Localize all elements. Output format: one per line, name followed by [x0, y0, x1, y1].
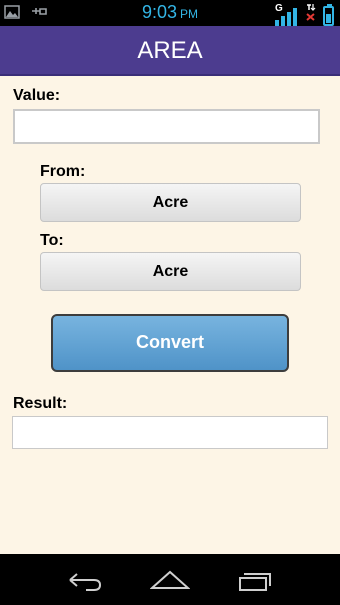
- to-unit-selected: Acre: [152, 263, 189, 280]
- system-icons: G: [275, 3, 334, 26]
- home-icon: [149, 570, 191, 598]
- from-unit-dropdown[interactable]: Acre: [40, 183, 301, 222]
- battery-icon: [323, 4, 334, 26]
- home-button[interactable]: [149, 566, 191, 594]
- from-label: From:: [40, 163, 86, 180]
- navigation-bar: [0, 554, 340, 605]
- status-bar: 9:03 PM G: [0, 0, 340, 26]
- to-label: To:: [40, 232, 64, 249]
- to-unit-dropdown[interactable]: Acre: [40, 252, 301, 291]
- no-data-icon: [305, 3, 317, 26]
- convert-button[interactable]: Convert: [51, 314, 289, 372]
- converter-form: Value: From: Acre To: Acre Convert Resul…: [0, 76, 340, 554]
- result-label: Result:: [13, 395, 68, 412]
- page-title: AREA: [137, 37, 203, 64]
- signal-icon: G: [275, 3, 299, 26]
- from-unit-selected: Acre: [152, 194, 189, 211]
- value-input[interactable]: [13, 109, 320, 144]
- clock-time: 9:03: [141, 2, 178, 22]
- clock-ampm: PM: [180, 7, 199, 21]
- title-bar: AREA: [0, 26, 340, 76]
- recent-apps-button[interactable]: [236, 566, 276, 594]
- back-button[interactable]: [64, 566, 104, 594]
- recent-apps-icon: [236, 573, 276, 598]
- network-type-label: G: [275, 3, 283, 14]
- value-label: Value:: [13, 87, 61, 104]
- back-icon: [64, 573, 104, 598]
- result-field: [12, 416, 328, 449]
